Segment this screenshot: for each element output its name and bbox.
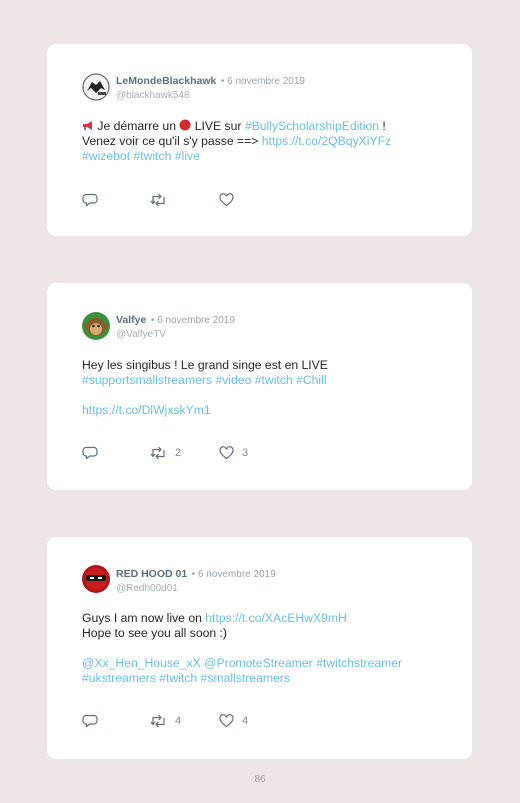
tweet-text: Guys I am now live on https://t.co/XAcEH…	[82, 611, 403, 685]
url-link[interactable]: https://t.co/XAcEHwX9mH	[205, 611, 347, 625]
hashtag-link[interactable]: #wizebot	[82, 149, 130, 163]
tweet-header: LeMondeBlackhawk • 6 novembre 2019 @blac…	[116, 74, 305, 102]
tweet-text: Hey les singibus ! Le grand singe est en…	[82, 358, 328, 417]
hashtag-link[interactable]: #twitch	[159, 671, 197, 685]
tweet-header: Valfye • 6 novembre 2019 @ValfyeTV	[116, 313, 235, 341]
like-button[interactable]: 3	[219, 445, 248, 461]
page-number: 86	[254, 774, 266, 785]
tweet-text: Je démarre un LIVE sur #BullyScholarship…	[82, 119, 392, 163]
reply-button[interactable]	[82, 445, 98, 461]
hashtag-link[interactable]: #twitchstreamer	[316, 656, 402, 670]
author-handle[interactable]: @ValfyeTV	[116, 329, 235, 341]
reply-button[interactable]	[82, 192, 98, 208]
author-handle[interactable]: @Redh00d01	[116, 583, 276, 595]
tweet-date[interactable]: • 6 novembre 2019	[221, 76, 305, 87]
heart-icon	[219, 193, 234, 207]
tweet-card: Valfye • 6 novembre 2019 @ValfyeTV Hey l…	[47, 283, 472, 490]
mention-link[interactable]: @Xx_Hen_House_xX	[82, 656, 201, 670]
author-name[interactable]: Valfye	[116, 314, 146, 326]
author-name[interactable]: LeMondeBlackhawk	[116, 75, 216, 87]
hashtag-link[interactable]: #twitch	[134, 149, 172, 163]
hashtag-link[interactable]: #live	[175, 149, 200, 163]
reply-button[interactable]	[82, 713, 98, 729]
retweet-icon	[150, 193, 167, 207]
like-button[interactable]: 4	[219, 713, 248, 729]
retweet-icon	[150, 446, 167, 460]
hashtag-link[interactable]: #video	[215, 373, 251, 387]
retweet-button[interactable]: 4	[150, 713, 181, 729]
url-link[interactable]: https://t.co/2QBqyXiYFz	[262, 134, 391, 148]
avatar[interactable]	[82, 312, 110, 340]
hashtag-link[interactable]: #smallstreamers	[201, 671, 290, 685]
retweet-icon	[150, 714, 167, 728]
avatar[interactable]	[82, 565, 110, 593]
tweet-card: LeMondeBlackhawk • 6 novembre 2019 @blac…	[47, 44, 472, 236]
heart-icon	[219, 714, 234, 728]
reply-icon	[82, 714, 98, 728]
hashtag-link[interactable]: #supportsmallstreamers	[82, 373, 212, 387]
hashtag-link[interactable]: #ukstreamers	[82, 671, 156, 685]
reply-icon	[82, 446, 98, 460]
like-button[interactable]	[219, 192, 242, 208]
retweet-count: 4	[175, 715, 182, 727]
hashtag-link[interactable]: #twitch	[255, 373, 293, 387]
retweet-button[interactable]	[150, 192, 175, 208]
red-circle-icon	[179, 119, 191, 133]
retweet-count: 2	[175, 447, 182, 459]
megaphone-icon	[82, 119, 94, 133]
hashtag-link[interactable]: #Chill	[296, 373, 326, 387]
tweet-date[interactable]: • 6 novembre 2019	[151, 315, 235, 326]
tweet-header: RED HOOD 01 • 6 novembre 2019 @Redh00d01	[116, 567, 276, 595]
avatar[interactable]	[82, 73, 110, 101]
mention-link[interactable]: @PromoteStreamer	[204, 656, 313, 670]
tweet-card: RED HOOD 01 • 6 novembre 2019 @Redh00d01…	[47, 537, 472, 759]
author-handle[interactable]: @blackhawk548	[116, 90, 305, 102]
hashtag-link[interactable]: #BullyScholarshipEdition	[245, 119, 379, 133]
reply-icon	[82, 193, 98, 207]
author-name[interactable]: RED HOOD 01	[116, 568, 187, 580]
tweet-date[interactable]: • 6 novembre 2019	[192, 569, 276, 580]
url-link[interactable]: https://t.co/DlWjxskYm1	[82, 403, 211, 417]
like-count: 3	[242, 447, 249, 459]
like-count: 4	[242, 715, 249, 727]
heart-icon	[219, 446, 234, 460]
retweet-button[interactable]: 2	[150, 445, 181, 461]
